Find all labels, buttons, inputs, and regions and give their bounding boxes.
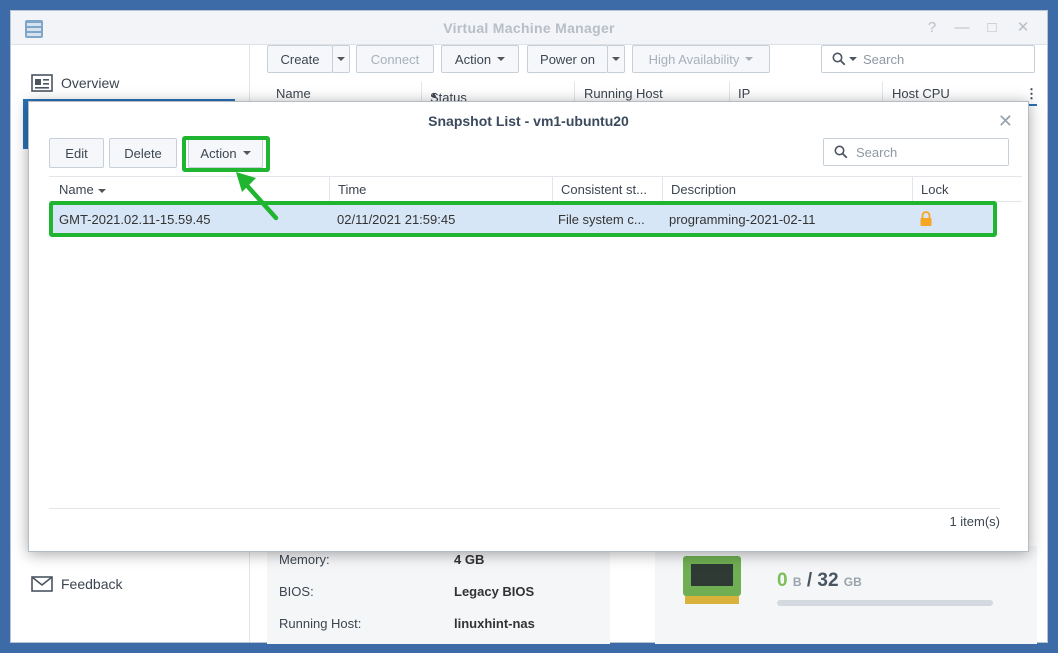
chevron-down-icon: [849, 57, 857, 61]
edit-button-label: Edit: [65, 145, 88, 161]
create-button[interactable]: Create: [267, 45, 333, 73]
vm-col-name[interactable]: Name: [276, 86, 311, 101]
create-button-label: Create: [280, 51, 320, 67]
vm-col-running-host[interactable]: Running Host: [584, 86, 663, 101]
column-divider: [662, 177, 663, 201]
memory-used-unit: B: [792, 575, 802, 589]
col-consistent-state[interactable]: Consistent st...: [561, 182, 647, 197]
create-dropdown-button[interactable]: [332, 45, 350, 73]
grid-footer-divider: [49, 508, 1000, 509]
running-host-label: Running Host:: [279, 616, 362, 631]
bios-label: BIOS:: [279, 584, 314, 599]
running-host-value: linuxhint-nas: [454, 616, 535, 631]
action-button[interactable]: Action: [441, 45, 519, 73]
connect-button-label: Connect: [370, 51, 420, 67]
edit-button[interactable]: Edit: [49, 138, 104, 168]
col-description[interactable]: Description: [671, 182, 736, 197]
action-button-label: Action: [454, 51, 492, 67]
memory-used-value: 0: [777, 570, 788, 591]
minimize-icon[interactable]: —: [953, 19, 971, 37]
memory-total-unit: GB: [843, 575, 862, 589]
search-icon: [832, 52, 846, 66]
maximize-icon[interactable]: □: [983, 19, 1001, 37]
help-icon[interactable]: ?: [923, 19, 941, 37]
titlebar: Virtual Machine Manager ? — □ ✕: [11, 11, 1047, 45]
vm-detail-panel: Memory: 4 GB BIOS: Legacy BIOS Running H…: [267, 546, 610, 644]
sidebar-item-label: Feedback: [61, 576, 123, 592]
bios-value: Legacy BIOS: [454, 584, 535, 599]
chevron-down-icon: [612, 57, 620, 61]
host-memory-panel: 0 B / 32 GB: [655, 546, 1037, 644]
search-icon: [834, 145, 848, 159]
chevron-down-icon: [497, 57, 506, 61]
item-count: 1 item(s): [949, 514, 1000, 529]
host-memory-usage: 0 B / 32 GB: [777, 570, 862, 592]
vm-col-host-cpu[interactable]: Host CPU: [892, 86, 950, 101]
memory-value: 4 GB: [454, 552, 485, 567]
grid-header-filler: [992, 176, 1022, 202]
snapshot-row-highlight: [49, 201, 997, 237]
high-availability-button-label: High Availability: [648, 51, 740, 67]
memory-chip-icon: [683, 556, 741, 604]
close-icon[interactable]: ✕: [1014, 19, 1032, 37]
dialog-title: Snapshot List - vm1-ubuntu20: [428, 113, 629, 129]
sort-asc-icon: ▲: [430, 90, 438, 99]
col-lock[interactable]: Lock: [921, 182, 948, 197]
search-placeholder: Search: [863, 51, 905, 67]
memory-separator: /: [806, 570, 813, 591]
sidebar-item-overview[interactable]: Overview: [23, 63, 235, 103]
column-divider: [552, 177, 553, 201]
delete-button[interactable]: Delete: [109, 138, 177, 168]
power-on-dropdown-button[interactable]: [607, 45, 625, 73]
chevron-down-icon: [337, 57, 345, 61]
feedback-icon: [31, 576, 53, 592]
search-input[interactable]: Search: [821, 45, 1035, 73]
vm-col-ip[interactable]: IP: [738, 86, 750, 101]
power-on-button-label: Power on: [540, 51, 595, 67]
sort-desc-icon: [97, 188, 106, 193]
memory-progress-bar: [777, 600, 993, 606]
col-time[interactable]: Time: [338, 182, 366, 197]
action-button-highlight: [182, 136, 270, 172]
sidebar-item-feedback[interactable]: Feedback: [23, 564, 235, 604]
memory-total-value: 32: [817, 570, 839, 591]
power-on-button[interactable]: Power on: [527, 45, 608, 73]
snapshot-search-input[interactable]: Search: [823, 138, 1009, 166]
window-title: Virtual Machine Manager: [443, 20, 615, 36]
column-divider: [912, 177, 913, 201]
sidebar-item-label: Overview: [61, 75, 120, 91]
col-name[interactable]: Name: [59, 182, 106, 197]
snapshot-list-dialog: Snapshot List - vm1-ubuntu20 ✕ Edit Dele…: [28, 101, 1029, 552]
search-placeholder: Search: [856, 144, 898, 160]
column-divider: [329, 177, 330, 201]
pointer-arrow-icon: [236, 172, 279, 221]
connect-button[interactable]: Connect: [356, 45, 434, 73]
high-availability-button[interactable]: High Availability: [632, 45, 770, 73]
overview-icon: [31, 74, 53, 92]
chevron-down-icon: [745, 57, 754, 61]
memory-label: Memory:: [279, 552, 330, 567]
column-menu-icon[interactable]: ⋮: [1025, 86, 1038, 102]
col-name-label: Name: [59, 182, 94, 197]
delete-button-label: Delete: [124, 145, 162, 161]
close-icon[interactable]: ✕: [998, 111, 1013, 132]
snapshot-grid-header: Name Time Consistent st... Description L…: [49, 176, 992, 202]
